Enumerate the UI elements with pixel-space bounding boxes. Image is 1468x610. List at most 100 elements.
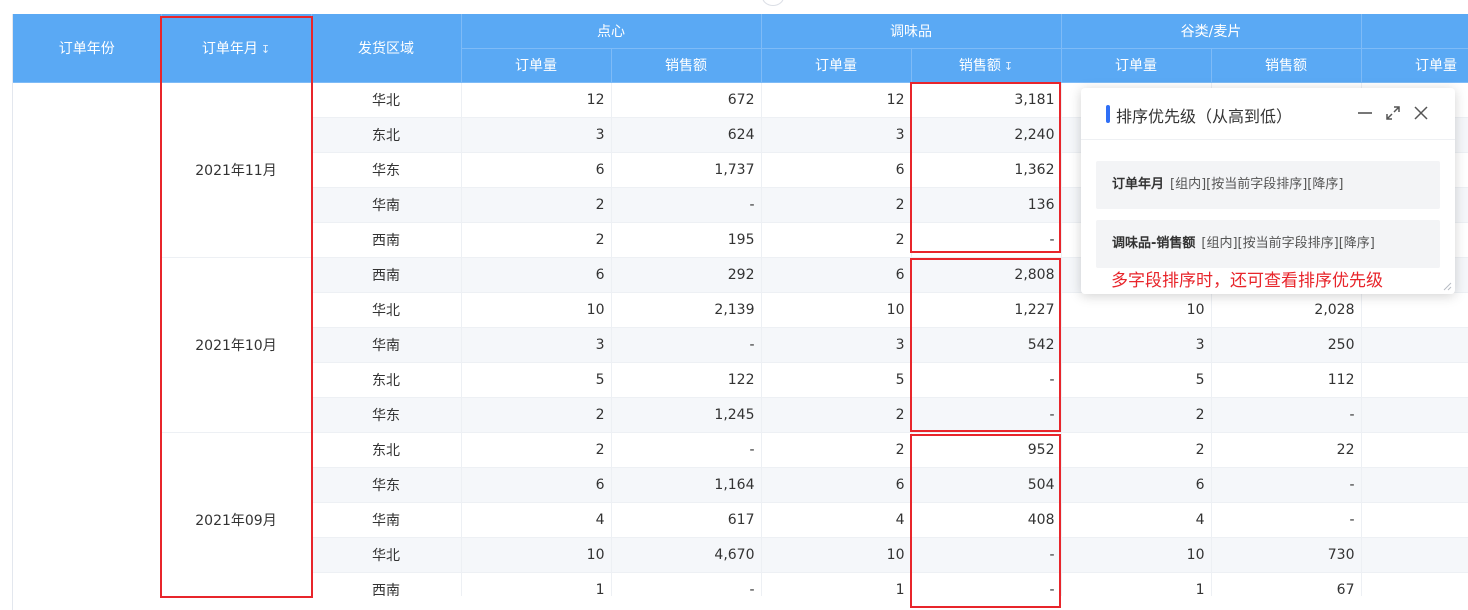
value-cell[interactable] [1361,362,1468,398]
year-cell[interactable] [13,82,162,596]
value-cell[interactable]: 2 [461,187,612,223]
subheader-next-orders[interactable]: 订单量 [1361,48,1468,83]
sort-rule-item[interactable]: 调味品-销售额 [组内][按当前字段排序][降序] [1096,220,1440,268]
value-cell[interactable]: 1 [761,572,912,596]
value-cell[interactable]: 3 [1061,327,1212,363]
value-cell[interactable]: 2,808 [911,257,1062,293]
value-cell[interactable]: - [911,222,1062,258]
value-cell[interactable]: 2 [461,432,612,468]
region-cell[interactable]: 华东 [311,397,462,433]
value-cell[interactable] [1361,572,1468,596]
subheader-cereals-sales[interactable]: 销售额 [1211,48,1362,83]
value-cell[interactable]: 1,737 [611,152,762,188]
region-cell[interactable]: 西南 [311,222,462,258]
value-cell[interactable]: 2 [461,222,612,258]
value-cell[interactable]: 624 [611,117,762,153]
value-cell[interactable]: 3 [761,327,912,363]
value-cell[interactable]: - [1211,397,1362,433]
value-cell[interactable]: 122 [611,362,762,398]
close-icon[interactable] [1411,102,1431,124]
region-cell[interactable]: 华南 [311,502,462,538]
value-cell[interactable]: 10 [1061,537,1212,573]
value-cell[interactable]: 2,240 [911,117,1062,153]
value-cell[interactable] [1361,467,1468,503]
value-cell[interactable]: 2,139 [611,292,762,328]
region-cell[interactable]: 西南 [311,257,462,293]
region-cell[interactable]: 东北 [311,117,462,153]
value-cell[interactable]: 6 [1061,467,1212,503]
value-cell[interactable] [1361,327,1468,363]
value-cell[interactable]: 67 [1211,572,1362,596]
value-cell[interactable] [1361,537,1468,573]
region-cell[interactable]: 华南 [311,327,462,363]
value-cell[interactable]: 3 [461,117,612,153]
value-cell[interactable] [1361,432,1468,468]
value-cell[interactable]: 6 [761,152,912,188]
subheader-snacks-sales[interactable]: 销售额 [611,48,762,83]
value-cell[interactable]: 2 [1061,397,1212,433]
region-cell[interactable]: 华北 [311,292,462,328]
value-cell[interactable]: 952 [911,432,1062,468]
value-cell[interactable]: 3 [761,117,912,153]
subheader-condiments-orders[interactable]: 订单量 [761,48,912,83]
value-cell[interactable]: 2 [1061,432,1212,468]
value-cell[interactable]: 3 [461,327,612,363]
value-cell[interactable] [1361,292,1468,328]
value-cell[interactable]: - [611,432,762,468]
value-cell[interactable]: 408 [911,502,1062,538]
value-cell[interactable]: 1,362 [911,152,1062,188]
subheader-snacks-orders[interactable]: 订单量 [461,48,612,83]
header-order-year[interactable]: 订单年份 [13,14,162,83]
value-cell[interactable]: 504 [911,467,1062,503]
value-cell[interactable]: 5 [761,362,912,398]
region-cell[interactable]: 华东 [311,467,462,503]
value-cell[interactable]: - [911,397,1062,433]
value-cell[interactable]: - [1211,467,1362,503]
value-cell[interactable]: 2,028 [1211,292,1362,328]
value-cell[interactable]: 6 [461,152,612,188]
value-cell[interactable]: 2 [761,397,912,433]
value-cell[interactable]: 12 [461,82,612,118]
value-cell[interactable]: 250 [1211,327,1362,363]
scroll-knob[interactable] [762,0,784,6]
value-cell[interactable]: 2 [761,187,912,223]
value-cell[interactable]: - [911,537,1062,573]
month-cell[interactable]: 2021年11月 [161,82,312,258]
value-cell[interactable]: 1 [1061,572,1212,596]
subheader-condiments-sales[interactable]: 销售额 ↧ [911,48,1062,83]
region-cell[interactable]: 华东 [311,152,462,188]
value-cell[interactable]: - [911,572,1062,596]
value-cell[interactable]: 3,181 [911,82,1062,118]
value-cell[interactable]: 1,164 [611,467,762,503]
value-cell[interactable]: 2 [761,432,912,468]
value-cell[interactable]: 6 [761,257,912,293]
value-cell[interactable]: 2 [461,397,612,433]
region-cell[interactable]: 华南 [311,187,462,223]
region-cell[interactable]: 东北 [311,362,462,398]
value-cell[interactable]: 617 [611,502,762,538]
value-cell[interactable]: 10 [461,292,612,328]
value-cell[interactable]: - [611,187,762,223]
value-cell[interactable]: 5 [461,362,612,398]
value-cell[interactable]: 6 [461,257,612,293]
value-cell[interactable]: 6 [761,467,912,503]
value-cell[interactable]: 12 [761,82,912,118]
value-cell[interactable]: 1 [461,572,612,596]
region-cell[interactable]: 西南 [311,572,462,596]
value-cell[interactable]: - [911,362,1062,398]
region-cell[interactable]: 东北 [311,432,462,468]
header-region[interactable]: 发货区域 [311,14,462,83]
value-cell[interactable] [1361,502,1468,538]
value-cell[interactable]: 1,227 [911,292,1062,328]
value-cell[interactable]: 730 [1211,537,1362,573]
value-cell[interactable]: 10 [761,537,912,573]
month-cell[interactable]: 2021年10月 [161,257,312,433]
sort-desc-icon[interactable]: ↧ [261,43,270,56]
header-order-month[interactable]: 订单年月 ↧ [161,14,312,83]
expand-icon[interactable] [1383,102,1403,124]
value-cell[interactable]: - [1211,502,1362,538]
subheader-cereals-orders[interactable]: 订单量 [1061,48,1212,83]
value-cell[interactable]: - [611,572,762,596]
resize-grip-icon[interactable] [1442,281,1452,291]
value-cell[interactable]: 136 [911,187,1062,223]
